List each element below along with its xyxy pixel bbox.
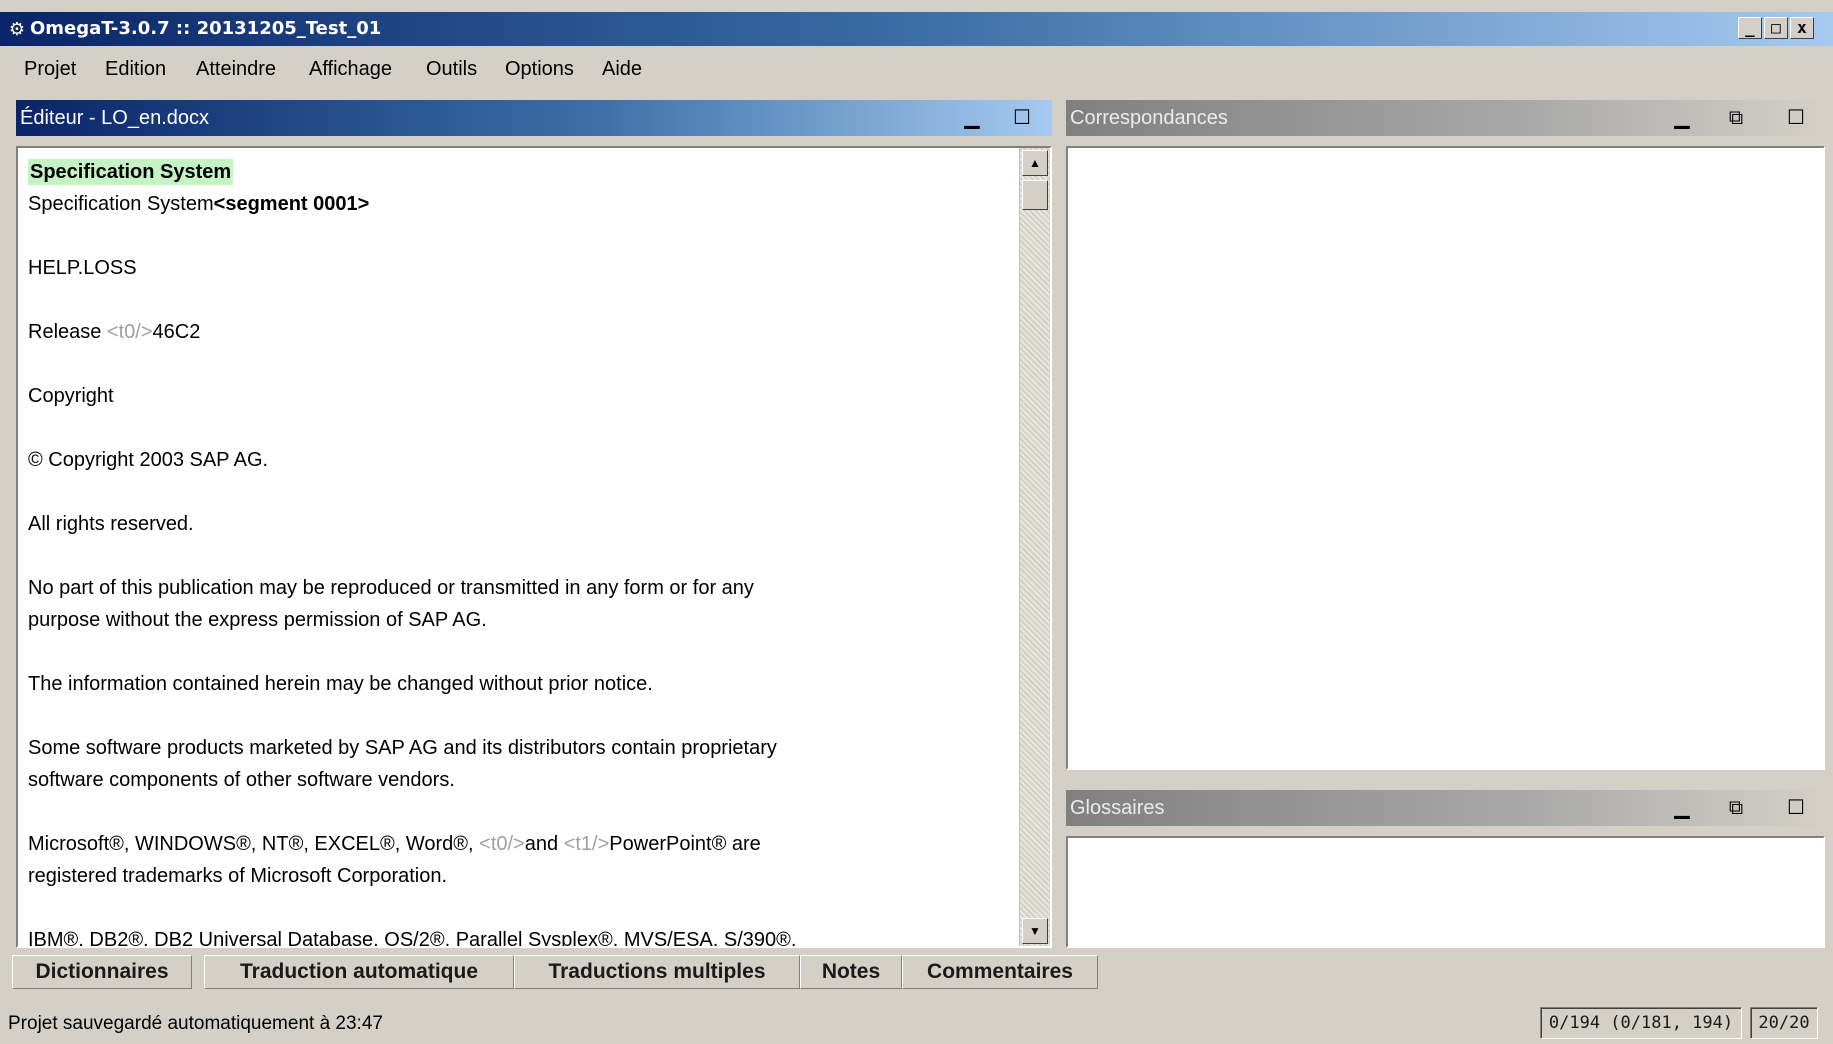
segment-line[interactable]: HELP.LOSS xyxy=(28,252,1016,284)
title-bar: ⚙ OmegaT-3.0.7 :: 20131205_Test_01 _ □ x xyxy=(0,12,1833,46)
segment-text: and xyxy=(524,833,564,855)
omegat-logo-icon: ⚙ xyxy=(8,19,26,39)
scroll-up-icon[interactable]: ▲ xyxy=(1022,150,1048,176)
segment-line[interactable]: No part of this publication may be repro… xyxy=(28,572,1016,604)
tab-notes[interactable]: Notes xyxy=(800,955,902,989)
tab-traduction-automatique[interactable]: Traduction automatique xyxy=(204,955,514,989)
editor-document[interactable]: Specification System Specification System… xyxy=(28,156,1016,946)
segment-line[interactable]: © Copyright 2003 SAP AG. xyxy=(28,444,1016,476)
segment-line[interactable]: Some software products marketed by SAP A… xyxy=(28,732,1016,764)
maximize-button[interactable]: □ xyxy=(1764,17,1788,39)
tab-traductions-multiples[interactable]: Traductions multiples xyxy=(514,955,800,989)
editor-title: Éditeur - LO_en.docx xyxy=(20,107,209,129)
minimize-pane-icon[interactable]: ▁ xyxy=(1670,106,1694,130)
inline-tag: <t0/> xyxy=(106,321,153,343)
maximize-pane-icon[interactable]: ☐ xyxy=(1784,796,1808,820)
menu-bar: Projet Edition Atteindre Affichage Outil… xyxy=(0,50,1833,88)
glossary-title: Glossaires xyxy=(1070,797,1165,819)
window-title: OmegaT-3.0.7 :: 20131205_Test_01 xyxy=(30,18,382,39)
maximize-pane-icon[interactable]: ☐ xyxy=(1784,106,1808,130)
editor-scrollbar[interactable]: ▲ ▼ xyxy=(1019,148,1050,946)
segment-line[interactable]: software components of other software ve… xyxy=(28,764,1016,796)
glossary-pane[interactable] xyxy=(1066,836,1825,948)
status-bar: Projet sauvegardé automatiquement à 23:4… xyxy=(0,1004,1833,1040)
segment-counter: 20/20 xyxy=(1750,1007,1818,1039)
minimize-button[interactable]: _ xyxy=(1738,17,1762,39)
close-button[interactable]: x xyxy=(1790,17,1814,39)
matches-title: Correspondances xyxy=(1070,107,1228,129)
active-segment-source: Specification System xyxy=(28,156,1016,188)
menu-edition[interactable]: Edition xyxy=(105,56,166,82)
segment-line[interactable]: The information contained herein may be … xyxy=(28,668,1016,700)
target-text[interactable]: Specification System xyxy=(28,193,214,215)
inline-tag: <t0/> xyxy=(479,833,525,855)
segment-line[interactable]: Copyright xyxy=(28,380,1016,412)
undock-pane-icon[interactable]: ⧉ xyxy=(1724,106,1748,130)
menu-options[interactable]: Options xyxy=(505,56,574,82)
autosave-status: Projet sauvegardé automatiquement à 23:4… xyxy=(8,1013,383,1034)
undock-pane-icon[interactable]: ⧉ xyxy=(1724,796,1748,820)
active-segment-target[interactable]: Specification System<segment 0001> xyxy=(28,188,1016,220)
inline-tag: <t1/> xyxy=(563,833,610,855)
editor-pane-header: Éditeur - LO_en.docx ▁ ☐ xyxy=(16,100,1052,136)
maximize-pane-icon[interactable]: ☐ xyxy=(1010,106,1034,130)
glossary-pane-header: Glossaires ▁ ⧉ ☐ xyxy=(1066,790,1825,826)
segment-line[interactable]: purpose without the express permission o… xyxy=(28,604,1016,636)
segment-line[interactable]: Microsoft®, WINDOWS®, NT®, EXCEL®, Word®… xyxy=(28,828,1016,860)
matches-pane-header: Correspondances ▁ ⧉ ☐ xyxy=(1066,100,1825,136)
segment-marker: <segment 0001> xyxy=(213,193,370,215)
editor-pane[interactable]: Specification System Specification System… xyxy=(16,146,1052,948)
segment-line[interactable]: All rights reserved. xyxy=(28,508,1016,540)
menu-outils[interactable]: Outils xyxy=(426,56,477,82)
matches-pane[interactable] xyxy=(1066,146,1825,770)
minimize-pane-icon[interactable]: ▁ xyxy=(960,106,984,130)
segment-line[interactable]: registered trademarks of Microsoft Corpo… xyxy=(28,860,1016,892)
tab-dictionnaires[interactable]: Dictionnaires xyxy=(12,955,192,989)
active-source-text: Specification System xyxy=(28,159,234,185)
menu-affichage[interactable]: Affichage xyxy=(309,56,392,82)
scroll-thumb[interactable] xyxy=(1022,180,1048,210)
scroll-down-icon[interactable]: ▼ xyxy=(1022,918,1048,944)
tab-commentaires[interactable]: Commentaires xyxy=(902,955,1098,989)
segment-line[interactable]: Release <t0/>46C2 xyxy=(28,316,1016,348)
segment-text: 46C2 xyxy=(152,321,201,343)
segment-text: PowerPoint® are xyxy=(609,833,761,855)
menu-atteindre[interactable]: Atteindre xyxy=(196,56,276,82)
progress-counter: 0/194 (0/181, 194) xyxy=(1540,1007,1742,1039)
segment-line[interactable]: IBM®, DB2®, DB2 Universal Database, OS/2… xyxy=(28,924,1016,946)
segment-text: Microsoft®, WINDOWS®, NT®, EXCEL®, Word®… xyxy=(28,833,480,855)
menu-projet[interactable]: Projet xyxy=(24,56,76,82)
menu-aide[interactable]: Aide xyxy=(602,56,642,82)
minimize-pane-icon[interactable]: ▁ xyxy=(1670,796,1694,820)
segment-text: Release xyxy=(28,321,107,343)
